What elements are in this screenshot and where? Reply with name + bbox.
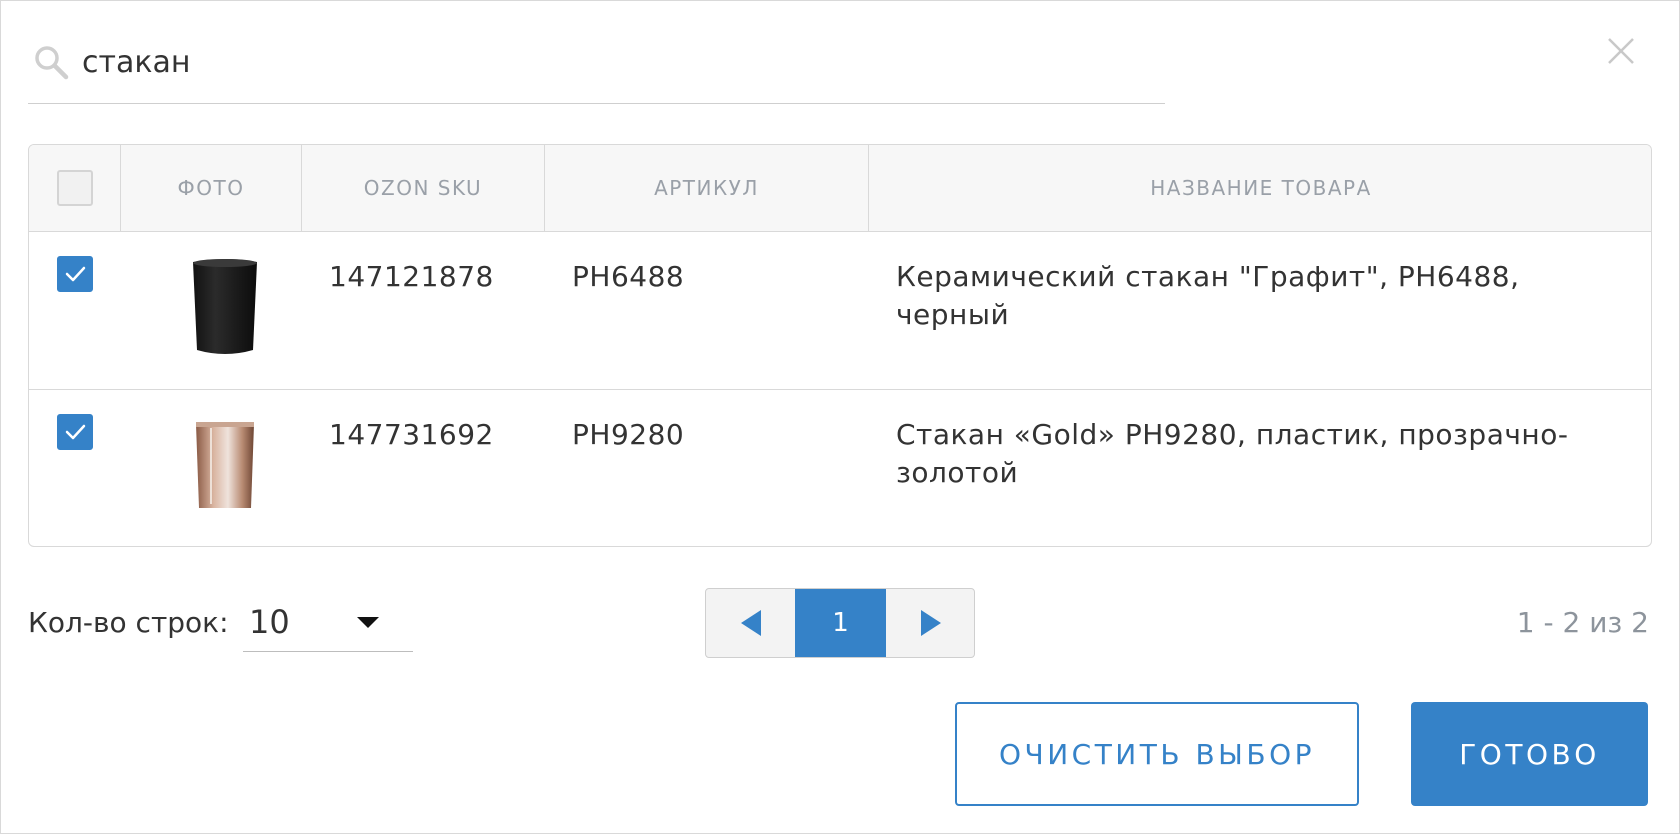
checkmark-icon bbox=[65, 266, 86, 282]
search-input[interactable] bbox=[82, 37, 1152, 87]
arrow-left-icon bbox=[741, 610, 761, 636]
article-cell: PH9280 bbox=[572, 418, 685, 451]
search-icon bbox=[35, 46, 69, 80]
sku-cell: 147121878 bbox=[329, 260, 494, 293]
column-header-article[interactable]: АРТИКУЛ bbox=[545, 145, 869, 231]
checkmark-icon bbox=[65, 424, 86, 440]
product-name-cell: Керамический стакан "Графит", PH6488, че… bbox=[896, 260, 1520, 331]
column-header-photo[interactable]: ФОТО bbox=[121, 145, 302, 231]
table-row[interactable]: 147121878 PH6488 Керамический стакан "Гр… bbox=[29, 232, 1651, 390]
table-header: ФОТО OZON SKU АРТИКУЛ НАЗВАНИЕ ТОВАРА bbox=[29, 145, 1651, 232]
done-button[interactable]: ГОТОВО bbox=[1411, 702, 1648, 806]
pagination-range: 1 - 2 из 2 bbox=[1516, 606, 1649, 639]
close-icon[interactable] bbox=[1601, 31, 1641, 71]
table-row[interactable]: 147731692 PH9280 Стакан «Gold» PH9280, п… bbox=[29, 390, 1651, 546]
column-header-sku[interactable]: OZON SKU bbox=[302, 145, 545, 231]
rows-per-page-value: 10 bbox=[249, 603, 290, 641]
select-all-cell bbox=[29, 145, 121, 231]
arrow-right-icon bbox=[921, 610, 941, 636]
next-page-button[interactable] bbox=[886, 589, 974, 657]
page-button-current[interactable]: 1 bbox=[795, 589, 886, 657]
product-name-cell: Стакан «Gold» PH9280, пластик, прозрачно… bbox=[896, 418, 1569, 489]
product-picker-modal: ФОТО OZON SKU АРТИКУЛ НАЗВАНИЕ ТОВАРА bbox=[0, 0, 1680, 834]
select-all-checkbox[interactable] bbox=[56, 170, 93, 206]
rows-per-page-select[interactable]: 10 bbox=[243, 597, 413, 652]
products-table: ФОТО OZON SKU АРТИКУЛ НАЗВАНИЕ ТОВАРА 14… bbox=[28, 144, 1652, 547]
column-header-name[interactable]: НАЗВАНИЕ ТОВАРА bbox=[869, 145, 1651, 231]
product-photo[interactable] bbox=[161, 414, 289, 518]
row-checkbox[interactable] bbox=[57, 414, 93, 450]
product-photo[interactable] bbox=[161, 256, 289, 360]
pagination: 1 bbox=[705, 588, 975, 658]
clear-selection-button[interactable]: ОЧИСТИТЬ ВЫБОР bbox=[955, 702, 1359, 806]
prev-page-button[interactable] bbox=[706, 589, 796, 657]
row-checkbox[interactable] bbox=[57, 256, 93, 292]
search-bar bbox=[28, 23, 1165, 104]
rows-per-page-label: Кол-во строк: bbox=[28, 606, 229, 639]
sku-cell: 147731692 bbox=[329, 418, 494, 451]
caret-down-icon bbox=[357, 617, 379, 628]
article-cell: PH6488 bbox=[572, 260, 685, 293]
